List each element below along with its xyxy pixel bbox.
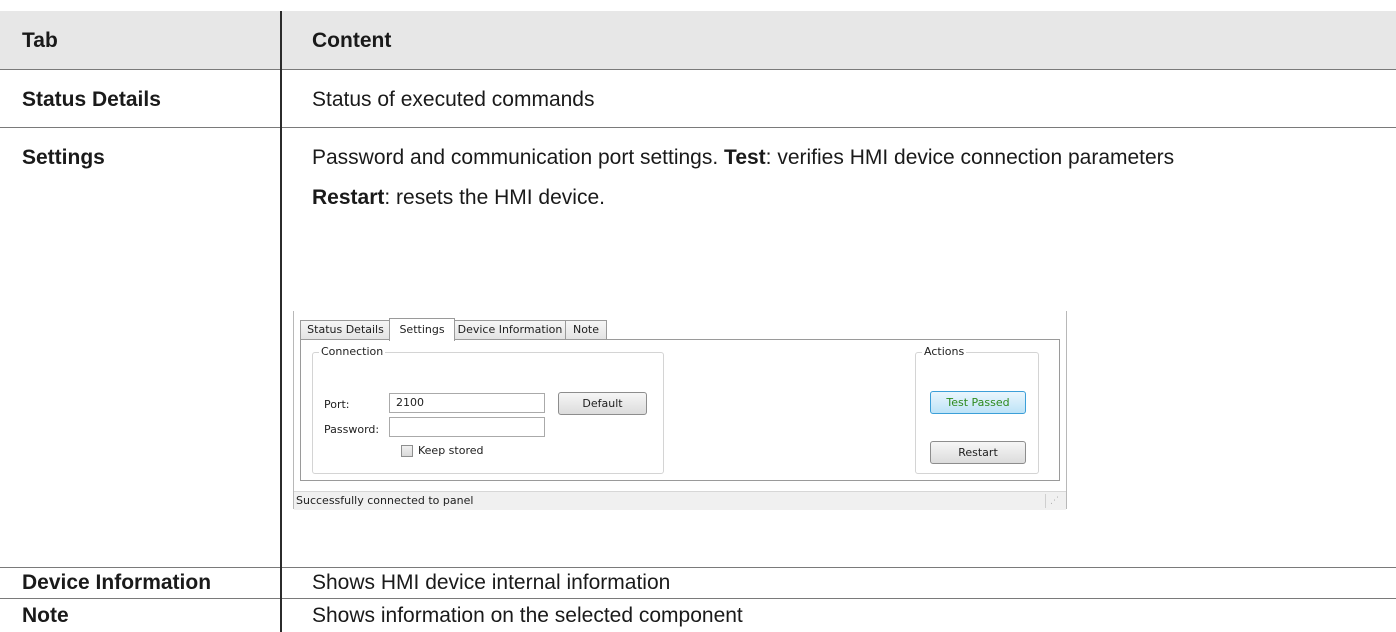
content-part: Password and communication port settings… bbox=[312, 146, 725, 169]
keyword-test: Test bbox=[724, 146, 766, 169]
content-cell: Shows HMI device internal information bbox=[283, 568, 1396, 598]
table-row-note: Note Shows information on the selected c… bbox=[0, 599, 1396, 632]
header-tab-cell: Tab bbox=[0, 11, 280, 69]
test-button[interactable]: Test Passed bbox=[930, 391, 1026, 414]
keyword-restart: Restart bbox=[312, 186, 385, 209]
tab-name: Device Information bbox=[22, 571, 212, 594]
tab-status-details[interactable]: Status Details bbox=[300, 320, 391, 340]
actions-group: Actions Test Passed Restart bbox=[915, 345, 1039, 474]
header-content-label: Content bbox=[312, 29, 392, 52]
table-row-status-details: Status Details Status of executed comman… bbox=[0, 70, 1396, 127]
tab-name: Note bbox=[22, 604, 69, 627]
actions-group-title: Actions bbox=[922, 345, 967, 358]
settings-tab-panel: Connection Port: 2100 Default Password: … bbox=[300, 339, 1060, 481]
password-field[interactable] bbox=[389, 417, 545, 437]
restart-button[interactable]: Restart bbox=[930, 441, 1026, 464]
tab-cell: Status Details bbox=[0, 70, 280, 127]
column-divider bbox=[280, 11, 282, 632]
content-text: Restart: resets the HMI device. bbox=[312, 186, 605, 210]
content-text: Shows HMI device internal information bbox=[312, 571, 671, 594]
content-text: Shows information on the selected compon… bbox=[312, 604, 743, 627]
status-separator bbox=[1045, 494, 1046, 508]
content-part: : verifies HMI device connection paramet… bbox=[765, 146, 1175, 169]
connection-group: Connection Port: 2100 Default Password: … bbox=[312, 345, 664, 474]
port-input[interactable]: 2100 bbox=[389, 393, 545, 413]
header-content-cell: Content bbox=[283, 11, 1396, 69]
tab-name: Status Details bbox=[22, 88, 161, 111]
tab-device-information[interactable]: Device Information bbox=[453, 320, 567, 340]
keep-stored-checkbox[interactable] bbox=[401, 445, 413, 457]
content-cell: Status of executed commands bbox=[283, 70, 1396, 127]
content-cell: Shows information on the selected compon… bbox=[283, 599, 1396, 632]
content-text: Status of executed commands bbox=[312, 88, 595, 111]
tab-cell: Settings bbox=[0, 128, 280, 567]
port-label: Port: bbox=[324, 398, 350, 411]
keep-stored-label: Keep stored bbox=[418, 444, 484, 457]
status-bar: Successfully connected to panel ⋰ bbox=[294, 491, 1066, 510]
content-text: Password and communication port settings… bbox=[312, 146, 1174, 170]
content-part: : resets the HMI device. bbox=[384, 186, 605, 209]
password-label: Password: bbox=[324, 423, 380, 436]
resize-grip-icon[interactable]: ⋰ bbox=[1050, 496, 1060, 506]
tab-cell: Device Information bbox=[0, 568, 280, 598]
tab-name: Settings bbox=[22, 146, 105, 169]
tab-note[interactable]: Note bbox=[565, 320, 607, 340]
connection-group-title: Connection bbox=[319, 345, 386, 358]
table-row-device-information: Device Information Shows HMI device inte… bbox=[0, 568, 1396, 598]
default-button[interactable]: Default bbox=[558, 392, 647, 415]
status-message: Successfully connected to panel bbox=[296, 494, 474, 507]
tab-cell: Note bbox=[0, 599, 280, 632]
settings-dialog: Status Details Settings Device Informati… bbox=[293, 311, 1067, 510]
tab-settings[interactable]: Settings bbox=[389, 318, 455, 341]
table-header-row: Tab Content bbox=[0, 11, 1396, 69]
header-tab-label: Tab bbox=[22, 29, 58, 52]
